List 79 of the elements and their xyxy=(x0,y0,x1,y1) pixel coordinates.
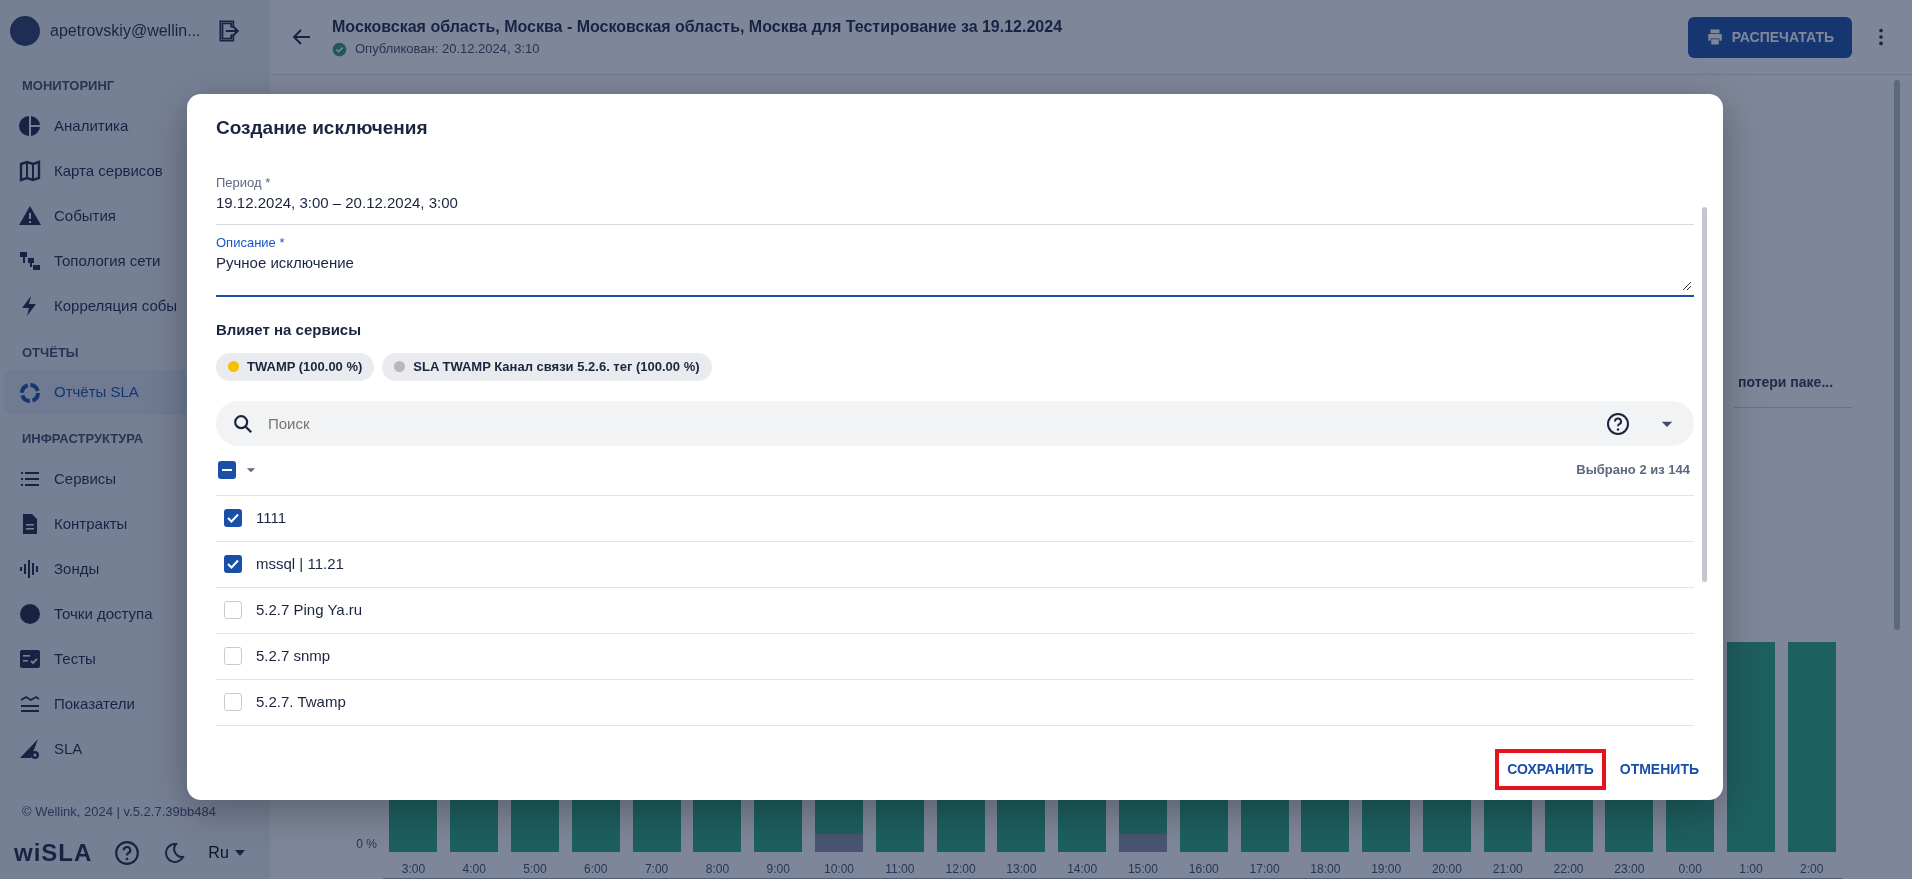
resize-handle-icon[interactable] xyxy=(1682,280,1692,291)
language-selector[interactable]: Ru xyxy=(208,841,245,865)
sidebar-item[interactable]: Сервисы xyxy=(4,456,266,502)
axis-label: 14:00 xyxy=(1067,861,1098,878)
service-tag: TWAMP (100.00 %) xyxy=(216,353,375,381)
map-icon xyxy=(18,159,42,183)
section-heading: Влияет на сервисы xyxy=(216,319,362,340)
checkbox[interactable] xyxy=(224,601,242,619)
axis-label: 11:00 xyxy=(885,861,915,878)
axis-label: 9:00 xyxy=(766,861,790,878)
axis-label: 19:00 xyxy=(1371,861,1402,878)
section-heading: ИНФРАСТРУКТУРА xyxy=(21,430,145,448)
axis-label: 20:00 xyxy=(1431,861,1462,878)
checkbox[interactable] xyxy=(224,509,242,527)
text-field[interactable]: Описание * Ручное исключение xyxy=(216,224,1694,297)
service-name: 5.2.7. Twamp xyxy=(256,691,346,712)
axis-label: 18:00 xyxy=(1310,861,1341,878)
axis-label: 8:00 xyxy=(705,861,730,878)
publish-status: Опубликован: 20.12.2024, 3:10 xyxy=(355,40,540,59)
axis-label: 1:00 xyxy=(1739,861,1763,878)
service-name: mssql | 11.21 xyxy=(256,553,344,574)
checkmark-icon xyxy=(227,559,239,569)
checkbox[interactable] xyxy=(224,693,242,711)
sidebar-item[interactable]: SLA xyxy=(4,726,266,772)
cancel-button[interactable]: ОТМЕНИТЬ xyxy=(1611,753,1707,786)
service-tag: SLA TWAMP Канал связи 5.2.6. тег (100.00 %) xyxy=(382,353,712,381)
minus-icon xyxy=(222,469,232,471)
footer-text: © Wellink, 2024 | v.5.2.7.39bb484 xyxy=(21,802,217,821)
moon-icon[interactable] xyxy=(162,841,187,865)
checklist-icon xyxy=(18,647,42,671)
warning-icon xyxy=(18,204,42,228)
axis-label: 21:00 xyxy=(1492,861,1523,878)
axis-label: 16:00 xyxy=(1188,861,1219,878)
circle-icon xyxy=(18,602,42,626)
help-icon[interactable] xyxy=(1606,411,1630,436)
network-topology-icon xyxy=(18,249,42,273)
service-name: 1111 xyxy=(256,507,287,528)
axis-label: 0:00 xyxy=(1678,861,1702,878)
checkbox[interactable] xyxy=(224,647,242,665)
caret-icon xyxy=(234,850,245,856)
column-header: потери паке... xyxy=(1734,372,1852,408)
axis-label: 15:00 xyxy=(1127,861,1158,878)
checkbox[interactable] xyxy=(224,555,242,573)
ring-icon xyxy=(18,380,42,405)
scrollbar[interactable] xyxy=(1702,206,1707,582)
axis-label: 0 % xyxy=(355,836,378,853)
service-name: 5.2.7 Ping Ya.ru xyxy=(256,599,363,620)
select-all-checkbox[interactable] xyxy=(218,461,236,479)
dialog-title: Создание исключения xyxy=(215,116,429,140)
axis-label: 4:00 xyxy=(462,861,486,878)
section-heading: ОТЧЁТЫ xyxy=(21,343,80,362)
axis-label: 12:00 xyxy=(945,861,976,878)
checkmark-icon xyxy=(227,513,239,523)
selection-count: Выбрано 2 из 144 xyxy=(1576,461,1691,480)
section-heading: МОНИТОРИНГ xyxy=(21,77,116,95)
logout-icon[interactable] xyxy=(216,18,242,44)
page-title: Московская область, Москва - Московская область, Москва для Тестирование за 19.12.2024 xyxy=(332,17,1063,38)
service-name: 5.2.7 snmp xyxy=(256,645,331,666)
pie-chart-icon xyxy=(18,114,42,138)
axis-label: 22:00 xyxy=(1553,861,1584,878)
user-name: apetrovskiy@wellin... xyxy=(50,21,201,41)
axis-label: 3:00 xyxy=(401,861,426,878)
axis-label: 23:00 xyxy=(1614,861,1645,878)
search-field[interactable]: Поиск xyxy=(216,400,1694,446)
check-circle-icon xyxy=(332,41,347,57)
axis-label: 6:00 xyxy=(584,861,608,878)
axis-label: 2:00 xyxy=(1800,861,1824,878)
axis-label: 13:00 xyxy=(1006,861,1037,878)
text-field[interactable]: Период * 19.12.2024, 3:00 – 20.12.2024, 3:00 xyxy=(216,164,1694,225)
axis-label: 10:00 xyxy=(823,861,854,878)
scrollbar[interactable] xyxy=(1894,80,1900,630)
logo: wiSLA xyxy=(14,838,93,868)
axis-label: 5:00 xyxy=(523,861,547,878)
avatar-icon xyxy=(10,16,40,46)
search-icon xyxy=(232,412,254,435)
axis-label: 17:00 xyxy=(1249,861,1280,878)
axis-label: 7:00 xyxy=(644,861,669,878)
print-button[interactable]: РАСПЕЧАТАТЬ xyxy=(1687,16,1852,58)
printer-icon xyxy=(1705,28,1724,46)
